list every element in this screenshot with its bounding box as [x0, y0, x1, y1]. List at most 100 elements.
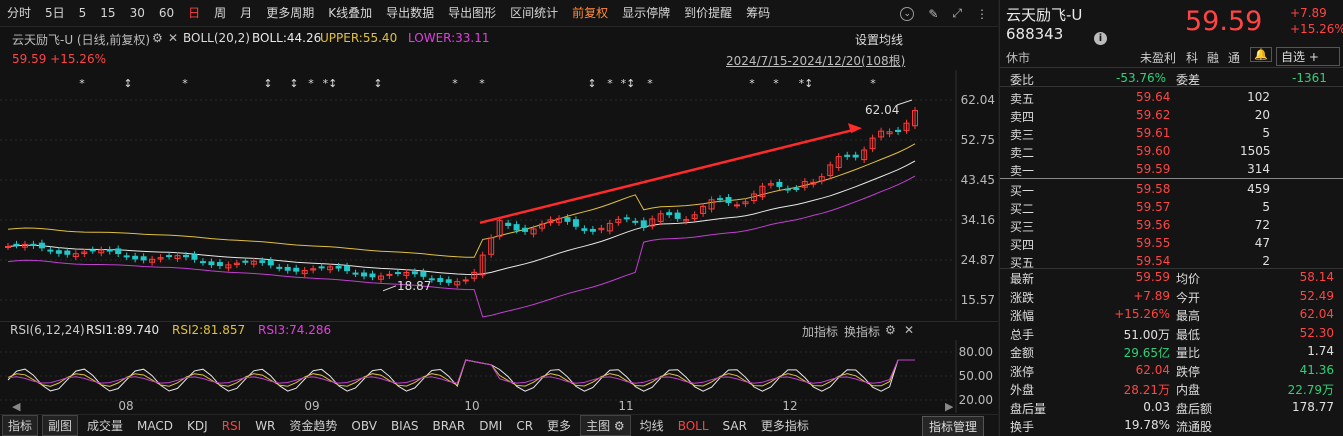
- orderbook-row[interactable]: 卖二 59.60 1505: [1000, 142, 1343, 160]
- event-marker: ↕: [289, 77, 298, 90]
- candle: [183, 254, 190, 258]
- tb-item[interactable]: 周: [207, 0, 233, 27]
- info-icon[interactable]: i: [1094, 30, 1107, 45]
- y-tick: 43.45: [961, 173, 995, 187]
- tab-volume[interactable]: 成交量: [80, 417, 130, 434]
- tab-brar[interactable]: BRAR: [426, 419, 473, 433]
- collapse-icon[interactable]: ⌄: [900, 6, 915, 21]
- event-marker: *: [749, 77, 755, 90]
- orderbook-row[interactable]: 卖四 59.62 20: [1000, 106, 1343, 124]
- chart-area: 分时 5日 5 15 30 60 日 周 月 更多周期 K线叠加 导出数据 导出…: [0, 0, 998, 436]
- tab-subchart[interactable]: 副图: [42, 415, 79, 436]
- close-icon[interactable]: ✕: [168, 31, 178, 45]
- tab-obv[interactable]: OBV: [344, 419, 384, 433]
- boll-upper: UPPER:55.40: [320, 31, 398, 45]
- candle: [284, 266, 291, 271]
- level-volume: 314: [1247, 162, 1270, 176]
- bell-icon[interactable]: 🔔: [1250, 47, 1272, 62]
- candle: [132, 255, 139, 260]
- ma-setting[interactable]: 设置均线: [855, 31, 903, 48]
- market-status: 休市: [1006, 51, 1031, 65]
- tb-item[interactable]: 月: [233, 0, 259, 27]
- tab-dmi[interactable]: DMI: [472, 419, 509, 433]
- event-marker: *: [79, 77, 85, 90]
- stat-label: 盘后量: [1010, 401, 1047, 416]
- tab-ma[interactable]: 均线: [633, 417, 671, 434]
- x-tick: 12: [782, 399, 797, 413]
- event-marker: *: [607, 77, 613, 90]
- orderbook-row[interactable]: 买一 59.58 459: [1000, 180, 1343, 198]
- orderbook-row[interactable]: 卖一 59.59 314: [1000, 160, 1343, 178]
- tab-fund[interactable]: 资金趋势: [282, 417, 344, 434]
- orderbook-row[interactable]: 卖五 59.64 102: [1000, 88, 1343, 106]
- candle: [267, 259, 274, 266]
- tab-wr[interactable]: WR: [248, 419, 282, 433]
- stat-label: 量比: [1176, 346, 1201, 360]
- date-range: 2024/7/15-2024/12/20(108根): [726, 54, 906, 68]
- tb-item[interactable]: 5日: [38, 0, 72, 27]
- expand-icon[interactable]: ⤢: [952, 6, 962, 21]
- stat-value: 59.59: [1135, 270, 1170, 284]
- indicator-manager-button[interactable]: 指标管理: [921, 416, 984, 436]
- tab-macd[interactable]: MACD: [130, 419, 180, 433]
- candle: [123, 255, 130, 258]
- tab-bias[interactable]: BIAS: [384, 419, 426, 433]
- orderbook-row[interactable]: 买四 59.55 47: [1000, 234, 1343, 252]
- tab-sar[interactable]: SAR: [716, 419, 754, 433]
- add-indicator[interactable]: 加指标: [802, 323, 838, 340]
- switch-indicator[interactable]: 换指标: [844, 323, 880, 340]
- tb-item[interactable]: 更多周期: [259, 0, 321, 27]
- tab-boll[interactable]: BOLL: [671, 419, 716, 433]
- tab-cr[interactable]: CR: [509, 419, 540, 433]
- candle: [462, 279, 469, 282]
- event-marker: ↕: [373, 77, 382, 90]
- tb-item[interactable]: K线叠加: [321, 0, 379, 27]
- candle: [276, 266, 283, 269]
- tab-indicator[interactable]: 指标: [2, 415, 39, 436]
- tb-item[interactable]: 60: [152, 0, 181, 27]
- candle: [776, 181, 783, 187]
- watchlist-button[interactable]: 自选 +: [1276, 47, 1340, 66]
- tb-item[interactable]: 筹码: [739, 0, 777, 27]
- tb-item[interactable]: 15: [93, 0, 122, 27]
- rsi-close-icon[interactable]: ✕: [904, 323, 914, 337]
- tab-more[interactable]: 更多: [540, 417, 578, 434]
- x-tick: 08: [118, 399, 133, 413]
- more-icon[interactable]: ⋮: [976, 7, 988, 21]
- tab-more-indicators[interactable]: 更多指标: [754, 417, 816, 434]
- event-marker: ↕: [587, 77, 596, 90]
- candle: [513, 224, 520, 231]
- stat-label: 流通股: [1176, 420, 1213, 434]
- tb-item[interactable]: 到价提醒: [677, 0, 739, 27]
- tab-main[interactable]: 主图 ⚙: [580, 415, 631, 436]
- level-price: 59.55: [1136, 236, 1171, 250]
- tb-item[interactable]: 分时: [0, 0, 38, 27]
- pen-icon[interactable]: ✎: [928, 7, 938, 21]
- orderbook-row[interactable]: 买三 59.56 72: [1000, 216, 1343, 234]
- chart-title: 云天励飞-U (日线,前复权): [12, 33, 151, 47]
- stat-value: 58.14: [1299, 270, 1334, 284]
- tb-item[interactable]: 导出数据: [379, 0, 441, 27]
- tb-item-qfq[interactable]: 前复权: [565, 0, 615, 27]
- candle: [895, 129, 902, 133]
- stat-value: 22.79万: [1287, 383, 1334, 397]
- settings-icon[interactable]: ⚙: [152, 31, 163, 45]
- rsi-settings-icon[interactable]: ⚙: [885, 323, 896, 337]
- candle: [344, 265, 351, 272]
- tb-item[interactable]: 导出图形: [441, 0, 503, 27]
- stat-value: 19.78%: [1124, 418, 1170, 432]
- y-tick: 15.57: [961, 293, 995, 307]
- orderbook-row[interactable]: 卖三 59.61 5: [1000, 124, 1343, 142]
- tb-item[interactable]: 5: [72, 0, 94, 27]
- level-volume: 1505: [1240, 144, 1271, 158]
- candle: [572, 219, 579, 227]
- tb-item[interactable]: 30: [123, 0, 152, 27]
- candle: [589, 228, 596, 232]
- tb-item[interactable]: 显示停牌: [615, 0, 677, 27]
- tb-item[interactable]: 区间统计: [503, 0, 565, 27]
- orderbook-row[interactable]: 买二 59.57 5: [1000, 198, 1343, 216]
- tab-rsi[interactable]: RSI: [215, 419, 249, 433]
- tab-kdj[interactable]: KDJ: [180, 419, 215, 433]
- tb-item-daily[interactable]: 日: [181, 0, 207, 27]
- tag-unprofitable: 未盈利: [1140, 51, 1177, 65]
